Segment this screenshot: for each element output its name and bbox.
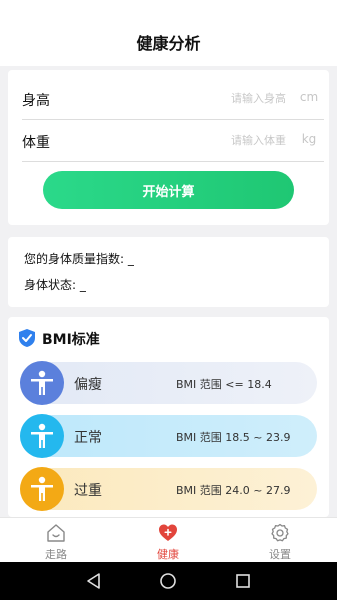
page-title: 健康分析: [136, 34, 201, 53]
bmi-row-underweight: 偏瘦 BMI 范围 <= 18.4: [20, 361, 317, 405]
tab-settings[interactable]: 设置: [224, 518, 336, 563]
gear-icon: [271, 523, 289, 542]
bmi-standard-card: BMI标准 偏瘦 BMI 范围 <= 18.4 正常 BMI 范围 18.5 ~…: [8, 317, 329, 517]
bmi-row-icon-badge: [20, 414, 64, 458]
tab-health-label: 健康: [157, 548, 179, 561]
weight-unit: kg: [301, 132, 317, 146]
status-result-value: _: [79, 278, 86, 292]
height-label: 身高: [22, 93, 50, 109]
bmi-row-range: BMI 范围 18.5 ~ 23.9: [176, 431, 291, 444]
tab-walk-label: 走路: [45, 548, 67, 561]
status-result-label: 身体状态:: [24, 278, 77, 292]
weight-input[interactable]: [166, 134, 286, 147]
status-result-line: 身体状态: _: [24, 276, 86, 293]
bmi-result-label: 您的身体质量指数:: [24, 252, 125, 266]
bmi-row-icon-badge: [20, 361, 64, 405]
system-nav-bar: [0, 562, 337, 600]
tab-health[interactable]: 健康: [112, 518, 224, 563]
bmi-row-name: 偏瘦: [74, 377, 102, 393]
height-row: 身高 cm: [22, 78, 324, 120]
person-icon: [31, 423, 53, 448]
bmi-row-name: 正常: [74, 430, 102, 446]
app-header: 健康分析: [0, 0, 337, 66]
bottom-tab-bar: 走路 健康 设置: [0, 517, 337, 562]
shield-check-icon: [19, 329, 35, 347]
bmi-row-overweight: 过重 BMI 范围 24.0 ~ 27.9: [20, 467, 317, 511]
home-circle-icon[interactable]: [159, 572, 177, 590]
bmi-row-range: BMI 范围 <= 18.4: [176, 378, 272, 391]
person-icon: [31, 476, 53, 501]
bmi-row-range: BMI 范围 24.0 ~ 27.9: [176, 484, 291, 497]
result-card: 您的身体质量指数: _ 身体状态: _: [8, 237, 329, 307]
bmi-standard-title: BMI标准: [42, 332, 100, 348]
bmi-row-normal: 正常 BMI 范围 18.5 ~ 23.9: [20, 414, 317, 458]
tab-walk[interactable]: 走路: [0, 518, 112, 563]
bmi-result-line: 您的身体质量指数: _: [24, 250, 134, 267]
recents-icon[interactable]: [234, 572, 252, 590]
heart-plus-icon: [159, 524, 177, 541]
bmi-row-name: 过重: [74, 483, 102, 499]
person-icon: [31, 370, 53, 395]
back-icon[interactable]: [85, 572, 103, 590]
bmi-row-icon-badge: [20, 467, 64, 511]
input-card: 身高 cm 体重 kg 开始计算: [8, 70, 329, 225]
tab-settings-label: 设置: [269, 548, 291, 561]
bmi-result-value: _: [127, 252, 134, 266]
calculate-button[interactable]: 开始计算: [43, 171, 294, 209]
weight-label: 体重: [22, 135, 50, 151]
weight-row: 体重 kg: [22, 120, 324, 162]
height-unit: cm: [299, 90, 319, 104]
height-input[interactable]: [166, 92, 286, 105]
home-icon: [47, 524, 65, 542]
